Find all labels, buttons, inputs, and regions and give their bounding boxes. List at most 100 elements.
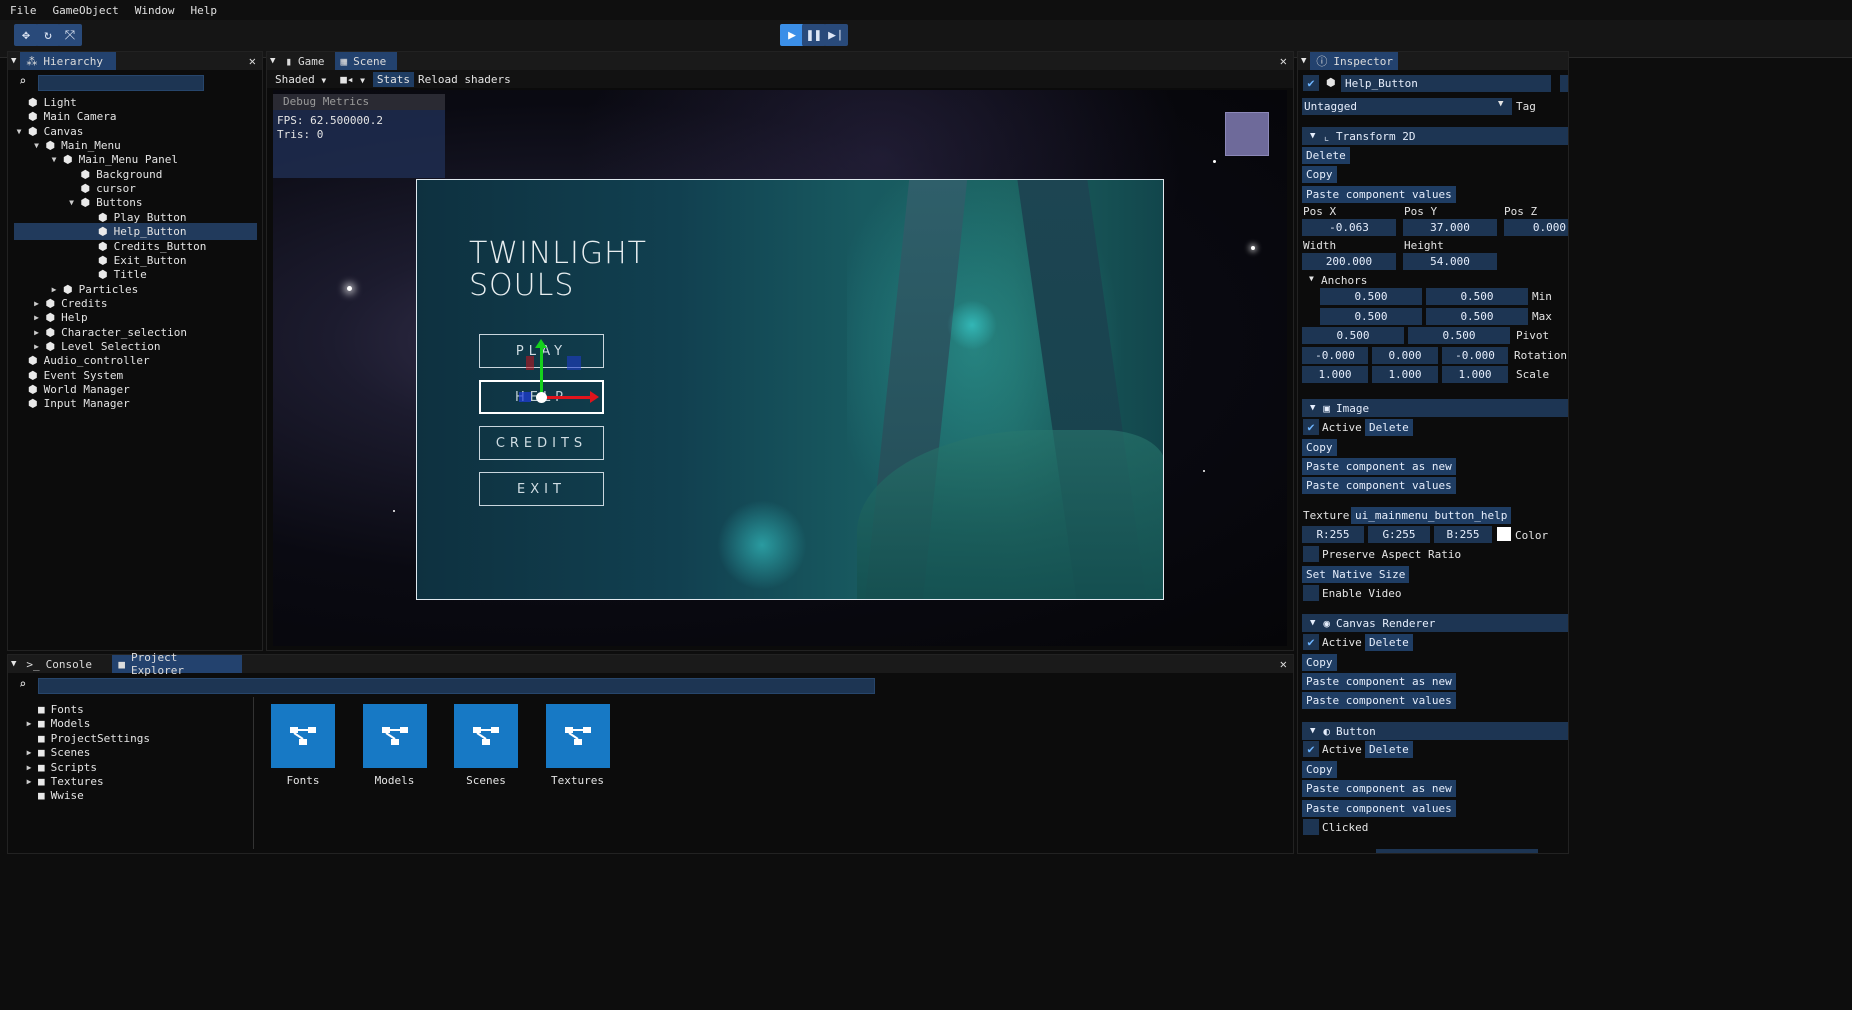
tab-scene[interactable]: ▦ Scene (334, 52, 397, 70)
close-icon[interactable]: ✕ (249, 54, 256, 68)
button-delete-button[interactable]: Delete (1365, 741, 1413, 758)
gizmo-plane-handle[interactable] (567, 356, 581, 370)
transform-delete-button[interactable]: Delete (1302, 147, 1350, 164)
transform-section-header[interactable]: ▼ ⌞ Transform 2D (1302, 127, 1568, 145)
game-credits-button[interactable]: CREDITS (479, 426, 604, 460)
close-icon[interactable]: ✕ (1280, 657, 1287, 671)
button-section-header[interactable]: ▼ ◐ Button (1302, 722, 1568, 740)
camera-dropdown[interactable]: ■◂ ▼ (340, 73, 365, 86)
menu-window[interactable]: Window (135, 4, 175, 17)
dropdown-icon[interactable]: ▼ (1301, 56, 1306, 66)
hierarchy-item[interactable]: ⬢ Input Manager (14, 395, 257, 412)
image-paste-new-button[interactable]: Paste component as new (1302, 458, 1456, 475)
rotation-z-field[interactable]: -0.000 (1442, 347, 1508, 364)
canvas-renderer-delete-button[interactable]: Delete (1365, 634, 1413, 651)
pos-y-field[interactable]: 37.000 (1403, 219, 1497, 236)
transform-copy-button[interactable]: Copy (1302, 166, 1337, 183)
image-delete-button[interactable]: Delete (1365, 419, 1413, 436)
move-icon[interactable]: ✥ (14, 24, 38, 46)
menu-help[interactable]: Help (190, 4, 217, 17)
collapsed-arrow-icon[interactable]: ▶ (32, 313, 42, 322)
scale-z-field[interactable]: 1.000 (1442, 366, 1508, 383)
button-active-checkbox[interactable]: ✔ (1303, 741, 1319, 757)
gizmo-plane-handle[interactable] (526, 356, 534, 370)
project-tree-item[interactable]: ■ Wwise (24, 787, 84, 804)
collapsed-arrow-icon[interactable]: ▶ (32, 328, 42, 337)
expanded-arrow-icon[interactable]: ▼ (14, 127, 24, 136)
collapsed-arrow-icon[interactable]: ▶ (32, 342, 42, 351)
button-copy-button[interactable]: Copy (1302, 761, 1337, 778)
object-active-checkbox[interactable]: ✔ (1303, 75, 1319, 91)
collapsed-arrow-icon[interactable]: ▶ (24, 763, 34, 772)
canvas-renderer-section-header[interactable]: ▼ ◉ Canvas Renderer (1302, 614, 1568, 632)
folder-tile-icon[interactable] (545, 704, 610, 768)
scale-x-field[interactable]: 1.000 (1302, 366, 1368, 383)
rotation-x-field[interactable]: -0.000 (1302, 347, 1368, 364)
inspector-scrollbar[interactable] (1376, 849, 1538, 853)
canvas-renderer-paste-new-button[interactable]: Paste component as new (1302, 673, 1456, 690)
pos-x-field[interactable]: -0.063 (1302, 219, 1396, 236)
gizmo-z-handle[interactable] (519, 392, 531, 402)
pivot-x-field[interactable]: 0.500 (1302, 327, 1404, 344)
tab-console[interactable]: >_ Console (20, 655, 112, 673)
button-paste-values-button[interactable]: Paste component values (1302, 800, 1456, 817)
texture-field[interactable]: ui_mainmenu_button_help (1351, 507, 1512, 524)
gizmo-x-arrow[interactable] (590, 391, 599, 403)
scene-view[interactable]: Debug Metrics FPS: 62.500000.2 Tris: 0 T… (273, 90, 1287, 646)
reload-shaders-button[interactable]: Reload shaders (418, 73, 511, 86)
object-name-extra[interactable] (1560, 75, 1568, 92)
image-paste-values-button[interactable]: Paste component values (1302, 477, 1456, 494)
tab-inspector[interactable]: ⓘ Inspector (1310, 52, 1399, 70)
width-field[interactable]: 200.000 (1302, 253, 1396, 270)
pause-icon[interactable]: ❚❚ (802, 24, 826, 46)
anchor-min-y-field[interactable]: 0.500 (1426, 288, 1528, 305)
gizmo-y-arrow[interactable] (535, 339, 547, 348)
image-section-header[interactable]: ▼ ▣ Image (1302, 399, 1568, 417)
color-r-field[interactable]: R:255 (1302, 526, 1364, 543)
set-native-size-button[interactable]: Set Native Size (1302, 566, 1410, 583)
anchor-max-y-field[interactable]: 0.500 (1426, 308, 1528, 325)
color-g-field[interactable]: G:255 (1368, 526, 1430, 543)
color-swatch[interactable] (1497, 527, 1511, 541)
rotate-icon[interactable]: ↻ (36, 24, 60, 46)
expanded-arrow-icon[interactable]: ▼ (32, 141, 42, 150)
anchor-min-x-field[interactable]: 0.500 (1320, 288, 1422, 305)
folder-tile-icon[interactable] (454, 704, 518, 768)
gizmo-x-axis[interactable] (542, 396, 592, 399)
step-icon[interactable]: ▶❘ (824, 24, 848, 46)
view-gizmo[interactable] (1225, 112, 1269, 156)
button-paste-new-button[interactable]: Paste component as new (1302, 780, 1456, 797)
pivot-y-field[interactable]: 0.500 (1408, 327, 1510, 344)
canvas-renderer-paste-values-button[interactable]: Paste component values (1302, 692, 1456, 709)
pos-z-field[interactable]: 0.000 (1504, 219, 1568, 236)
folder-tile-icon[interactable] (362, 704, 427, 768)
collapsed-arrow-icon[interactable]: ▶ (24, 748, 34, 757)
collapsed-arrow-icon[interactable]: ▶ (32, 299, 42, 308)
folder-tile-icon[interactable] (271, 704, 335, 768)
enable-video-checkbox[interactable] (1303, 585, 1319, 601)
gizmo-center-handle[interactable] (536, 392, 547, 403)
color-b-field[interactable]: B:255 (1434, 526, 1492, 543)
play-icon[interactable]: ▶ (780, 24, 804, 46)
hierarchy-search-input[interactable] (38, 75, 204, 91)
menu-file[interactable]: File (10, 4, 37, 17)
height-field[interactable]: 54.000 (1403, 253, 1497, 270)
tag-dropdown[interactable]: Untagged (1302, 98, 1512, 115)
expanded-arrow-icon[interactable]: ▼ (49, 155, 59, 164)
menu-gameobject[interactable]: GameObject (53, 4, 119, 17)
project-search-input[interactable] (38, 678, 875, 694)
close-icon[interactable]: ✕ (1280, 54, 1287, 68)
gizmo-y-axis[interactable] (540, 346, 543, 398)
object-name-field[interactable]: Help_Button (1341, 75, 1551, 92)
rotation-y-field[interactable]: 0.000 (1372, 347, 1438, 364)
canvas-renderer-copy-button[interactable]: Copy (1302, 654, 1337, 671)
expanded-arrow-icon[interactable]: ▼ (67, 198, 77, 207)
scale-icon[interactable]: ⤧ (58, 24, 82, 46)
dropdown-icon[interactable]: ▼ (270, 56, 275, 66)
anchor-max-x-field[interactable]: 0.500 (1320, 308, 1422, 325)
dropdown-icon[interactable]: ▼ (11, 659, 16, 669)
dropdown-icon[interactable]: ▼ (11, 56, 16, 66)
scale-y-field[interactable]: 1.000 (1372, 366, 1438, 383)
transform-paste-values-button[interactable]: Paste component values (1302, 186, 1456, 203)
game-exit-button[interactable]: EXIT (479, 472, 604, 506)
